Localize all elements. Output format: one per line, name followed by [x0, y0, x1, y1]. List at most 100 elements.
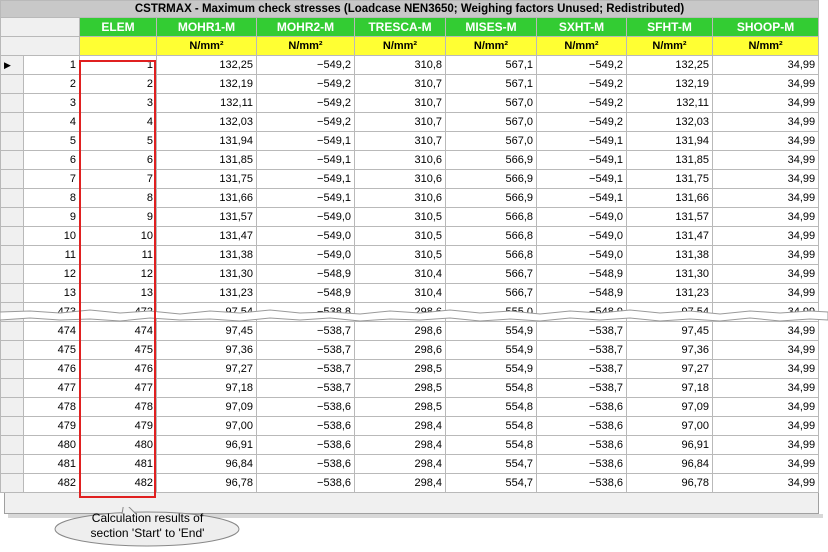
- cell[interactable]: 96,84: [626, 454, 713, 474]
- row-selector[interactable]: [0, 188, 24, 208]
- cell[interactable]: 34,99: [711, 93, 820, 113]
- cell[interactable]: 310,4: [354, 283, 446, 303]
- cell[interactable]: 554,8: [445, 435, 537, 455]
- cell[interactable]: 96,91: [626, 435, 713, 455]
- row-index[interactable]: 1: [23, 55, 80, 75]
- cell[interactable]: 298,5: [354, 397, 446, 417]
- cell[interactable]: 8: [79, 188, 157, 208]
- cell[interactable]: 566,9: [445, 188, 537, 208]
- cell[interactable]: 34,99: [711, 454, 820, 474]
- cell[interactable]: 554,8: [445, 378, 537, 398]
- cell[interactable]: 131,47: [156, 226, 257, 246]
- cell[interactable]: 298,6: [354, 340, 446, 360]
- cell[interactable]: 567,1: [445, 55, 537, 75]
- table-row[interactable]: 7 7 131,75 −549,1 310,6 566,9 −549,1 131,75 34,9…: [0, 169, 820, 189]
- table-row[interactable]: 9 9 131,57 −549,0 310,5 566,8 −549,0 131,57 34,9…: [0, 207, 820, 227]
- cell[interactable]: 131,23: [156, 283, 257, 303]
- cell[interactable]: −549,2: [256, 74, 355, 94]
- row-index[interactable]: 4: [23, 112, 80, 132]
- cell[interactable]: 131,23: [626, 283, 713, 303]
- row-selector[interactable]: [0, 207, 24, 227]
- cell[interactable]: 132,11: [626, 93, 713, 113]
- cell[interactable]: 12: [79, 264, 157, 284]
- table-row[interactable]: 477 477 97,18 −538,7 298,5 554,8 −538,7 97,18 34…: [0, 378, 820, 398]
- cell[interactable]: 132,03: [626, 112, 713, 132]
- cell[interactable]: −549,2: [256, 55, 355, 75]
- column-header[interactable]: SFHT-M: [626, 17, 713, 37]
- row-index[interactable]: 12: [23, 264, 80, 284]
- cell[interactable]: 310,7: [354, 112, 446, 132]
- cell[interactable]: −538,7: [256, 359, 355, 379]
- cell[interactable]: 96,78: [626, 473, 713, 493]
- cell[interactable]: 34,99: [711, 188, 820, 208]
- cell[interactable]: 131,38: [156, 245, 257, 265]
- cell[interactable]: 481: [79, 454, 157, 474]
- cell[interactable]: 566,9: [445, 150, 537, 170]
- cell[interactable]: −549,1: [256, 188, 355, 208]
- cell[interactable]: −548,9: [256, 264, 355, 284]
- cell[interactable]: 97,27: [626, 359, 713, 379]
- cell[interactable]: 475: [79, 340, 157, 360]
- cell[interactable]: 7: [79, 169, 157, 189]
- cell[interactable]: −538,6: [256, 435, 355, 455]
- cell[interactable]: 34,99: [711, 359, 820, 379]
- cell[interactable]: 34,99: [711, 416, 820, 436]
- cell[interactable]: 310,6: [354, 169, 446, 189]
- cell[interactable]: 298,5: [354, 359, 446, 379]
- row-index[interactable]: 475: [23, 340, 80, 360]
- cell[interactable]: 34,99: [711, 283, 820, 303]
- cell[interactable]: 34,99: [711, 226, 820, 246]
- cell[interactable]: 6: [79, 150, 157, 170]
- cell[interactable]: 131,66: [626, 188, 713, 208]
- table-row[interactable]: 11 11 131,38 −549,0 310,5 566,8 −549,0 131,38 34…: [0, 245, 820, 265]
- cell[interactable]: −538,6: [536, 454, 627, 474]
- cell[interactable]: 310,8: [354, 55, 446, 75]
- cell[interactable]: 298,4: [354, 416, 446, 436]
- cell[interactable]: 5: [79, 131, 157, 151]
- cell[interactable]: −538,7: [256, 378, 355, 398]
- cell[interactable]: 97,00: [626, 416, 713, 436]
- cell[interactable]: −538,6: [256, 454, 355, 474]
- column-header[interactable]: MOHR1-M: [156, 17, 257, 37]
- cell[interactable]: 310,6: [354, 188, 446, 208]
- column-header[interactable]: TRESCA-M: [354, 17, 446, 37]
- row-selector[interactable]: [0, 74, 24, 94]
- cell[interactable]: −538,6: [256, 397, 355, 417]
- cell[interactable]: 567,0: [445, 131, 537, 151]
- cell[interactable]: 10: [79, 226, 157, 246]
- row-selector[interactable]: [0, 454, 24, 474]
- cell[interactable]: 482: [79, 473, 157, 493]
- cell[interactable]: 131,66: [156, 188, 257, 208]
- row-index[interactable]: 13: [23, 283, 80, 303]
- cell[interactable]: 131,85: [626, 150, 713, 170]
- cell[interactable]: 34,99: [711, 150, 820, 170]
- cell[interactable]: −538,6: [536, 435, 627, 455]
- cell[interactable]: 96,84: [156, 454, 257, 474]
- cell[interactable]: −538,7: [536, 340, 627, 360]
- row-selector[interactable]: [0, 416, 24, 436]
- cell[interactable]: 34,99: [711, 397, 820, 417]
- table-row[interactable]: 3 3 132,11 −549,2 310,7 567,0 −549,2 132,11 34,9…: [0, 93, 820, 113]
- cell[interactable]: 132,19: [156, 74, 257, 94]
- cell[interactable]: 13: [79, 283, 157, 303]
- row-selector[interactable]: [0, 245, 24, 265]
- cell[interactable]: −538,6: [256, 473, 355, 493]
- cell[interactable]: −548,9: [536, 264, 627, 284]
- row-index[interactable]: 481: [23, 454, 80, 474]
- cell[interactable]: 566,8: [445, 245, 537, 265]
- cell[interactable]: 11: [79, 245, 157, 265]
- table-row[interactable]: 13 13 131,23 −548,9 310,4 566,7 −548,9 131,23 34…: [0, 283, 820, 303]
- cell[interactable]: −549,2: [536, 112, 627, 132]
- table-row[interactable]: 482 482 96,78 −538,6 298,4 554,7 −538,6 96,78 34…: [0, 473, 820, 493]
- cell[interactable]: 34,99: [711, 131, 820, 151]
- row-index[interactable]: 477: [23, 378, 80, 398]
- cell[interactable]: 131,57: [626, 207, 713, 227]
- row-index[interactable]: 8: [23, 188, 80, 208]
- row-selector[interactable]: [0, 226, 24, 246]
- table-row[interactable]: 480 480 96,91 −538,6 298,4 554,8 −538,6 96,91 34…: [0, 435, 820, 455]
- row-index[interactable]: 9: [23, 207, 80, 227]
- cell[interactable]: −538,7: [536, 359, 627, 379]
- cell[interactable]: 310,7: [354, 93, 446, 113]
- cell[interactable]: 34,99: [711, 245, 820, 265]
- cell[interactable]: 131,94: [626, 131, 713, 151]
